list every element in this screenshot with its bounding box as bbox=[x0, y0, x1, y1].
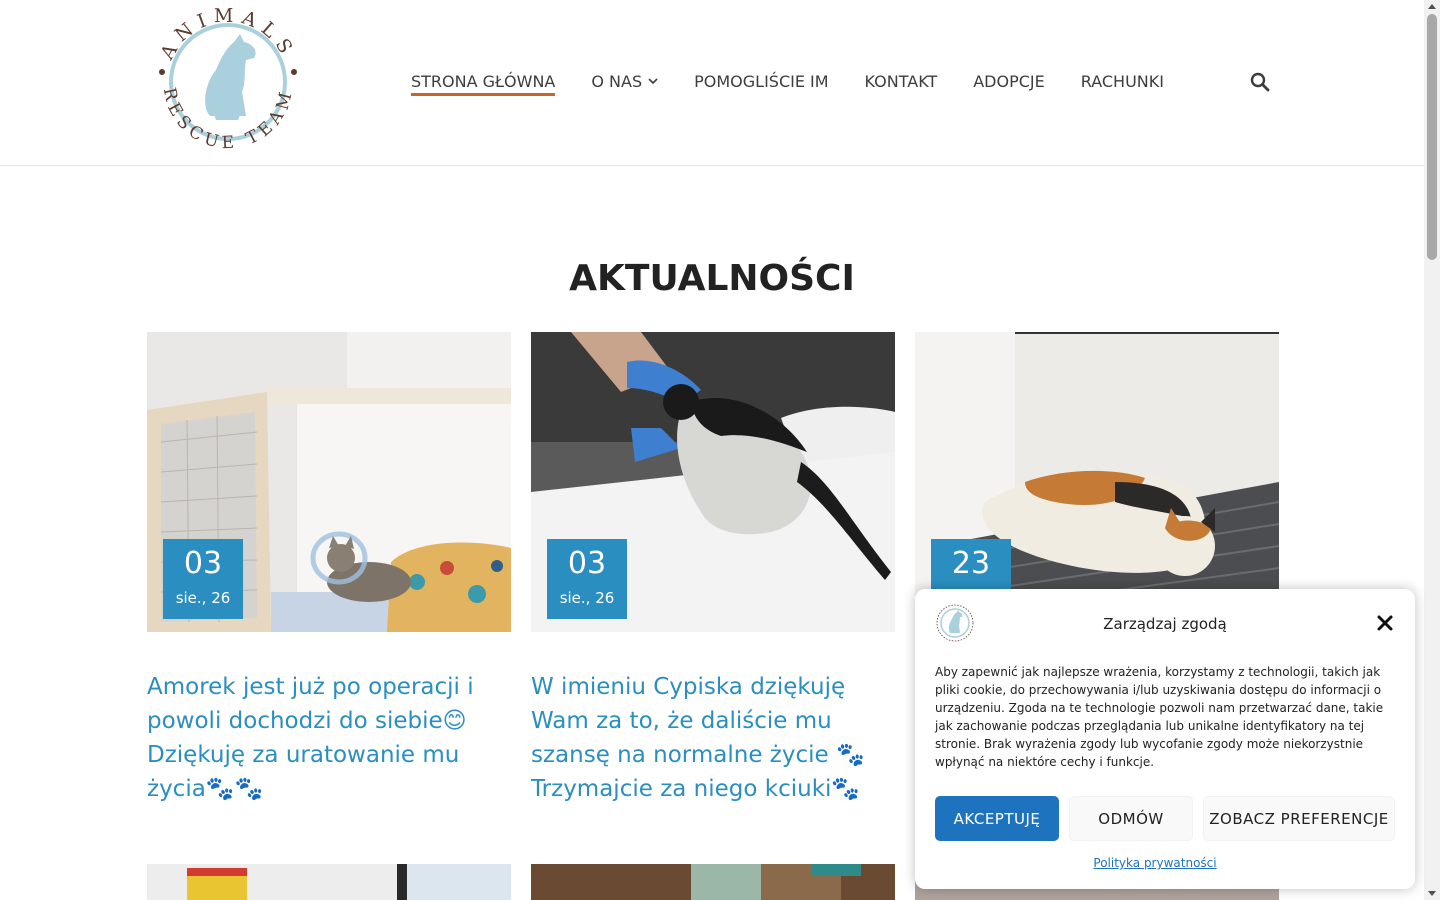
post-date-month: sie., 26 bbox=[175, 589, 231, 607]
main-nav: STRONA GŁÓWNA O NAS POMOGLIŚCIE IM KONTA… bbox=[411, 70, 1200, 96]
nav-item-label: O NAS bbox=[591, 71, 643, 91]
nav-item-helped[interactable]: POMOGLIŚCIE IM bbox=[694, 70, 828, 92]
close-icon[interactable] bbox=[1375, 613, 1395, 633]
site-header: ANIMALS RESCUE TEAM STRONA GŁÓWNA O NAS … bbox=[0, 0, 1424, 166]
consent-description: Aby zapewnić jak najlepsze wrażenia, kor… bbox=[935, 665, 1384, 769]
nav-item-label: POMOGLIŚCIE IM bbox=[694, 71, 829, 91]
post-date-day: 03 bbox=[567, 546, 607, 581]
post-title-link[interactable]: Amorek jest już po operacji i powoli doc… bbox=[147, 670, 511, 806]
deny-button[interactable]: ODMÓW bbox=[1069, 796, 1193, 841]
post-image bbox=[531, 864, 895, 900]
section-title: AKTUALNOŚCI bbox=[569, 258, 855, 299]
privacy-policy-link[interactable]: Polityka prywatności bbox=[935, 856, 1375, 870]
post-date-month: sie., 26 bbox=[559, 589, 615, 607]
post-date-badge: 03 sie., 26 bbox=[163, 539, 243, 619]
scrollbar-thumb[interactable] bbox=[1427, 14, 1437, 260]
nav-item-label: KONTAKT bbox=[864, 71, 938, 91]
post-image bbox=[147, 864, 511, 900]
consent-title: Zarządzaj zgodą bbox=[1103, 615, 1227, 633]
search-icon[interactable] bbox=[1249, 71, 1271, 93]
post-image-calico-cat[interactable]: 23 bbox=[915, 332, 1279, 632]
nav-item-label: ADOPCJE bbox=[973, 71, 1045, 91]
post-title-link[interactable]: W imieniu Cypiska dziękuję Wam za to, że… bbox=[531, 670, 895, 806]
page-scrollbar[interactable] bbox=[1424, 0, 1440, 900]
post-image-cat-at-vet[interactable]: 03 sie., 26 bbox=[531, 332, 895, 632]
post-card[interactable]: 03 sie., 26 Amorek jest już po operacji … bbox=[147, 332, 511, 806]
accept-button[interactable]: AKCEPTUJĘ bbox=[935, 796, 1059, 841]
chevron-down-icon bbox=[648, 78, 658, 85]
post-card-image-partial[interactable] bbox=[531, 864, 895, 900]
post-card-image-partial[interactable] bbox=[147, 864, 511, 900]
cookie-consent-dialog: Zarządzaj zgodą Aby zapewnić jak najleps… bbox=[915, 589, 1415, 889]
nav-item-label: RACHUNKI bbox=[1080, 71, 1164, 91]
post-image-kitten-in-enclosure[interactable]: 03 sie., 26 bbox=[147, 332, 511, 632]
post-date-badge: 03 sie., 26 bbox=[547, 539, 627, 619]
view-preferences-button[interactable]: ZOBACZ PREFERENCJE bbox=[1203, 796, 1395, 841]
animals-rescue-team-logo[interactable]: ANIMALS RESCUE TEAM bbox=[150, 4, 306, 160]
scroll-down-arrow-icon[interactable] bbox=[1428, 891, 1436, 896]
post-date-day: 03 bbox=[183, 546, 223, 581]
nav-item-contact[interactable]: KONTAKT bbox=[865, 70, 938, 92]
nav-item-label: STRONA GŁÓWNA bbox=[411, 71, 556, 91]
nav-item-home[interactable]: STRONA GŁÓWNA bbox=[411, 70, 556, 96]
nav-item-adoptions[interactable]: ADOPCJE bbox=[973, 70, 1045, 92]
post-date-day: 23 bbox=[951, 546, 991, 581]
scroll-up-arrow-icon[interactable] bbox=[1428, 4, 1436, 9]
nav-item-accounts[interactable]: RACHUNKI bbox=[1081, 70, 1164, 92]
nav-item-about[interactable]: O NAS bbox=[591, 70, 658, 92]
post-card[interactable]: 03 sie., 26 W imieniu Cypiska dziękuję W… bbox=[531, 332, 895, 806]
